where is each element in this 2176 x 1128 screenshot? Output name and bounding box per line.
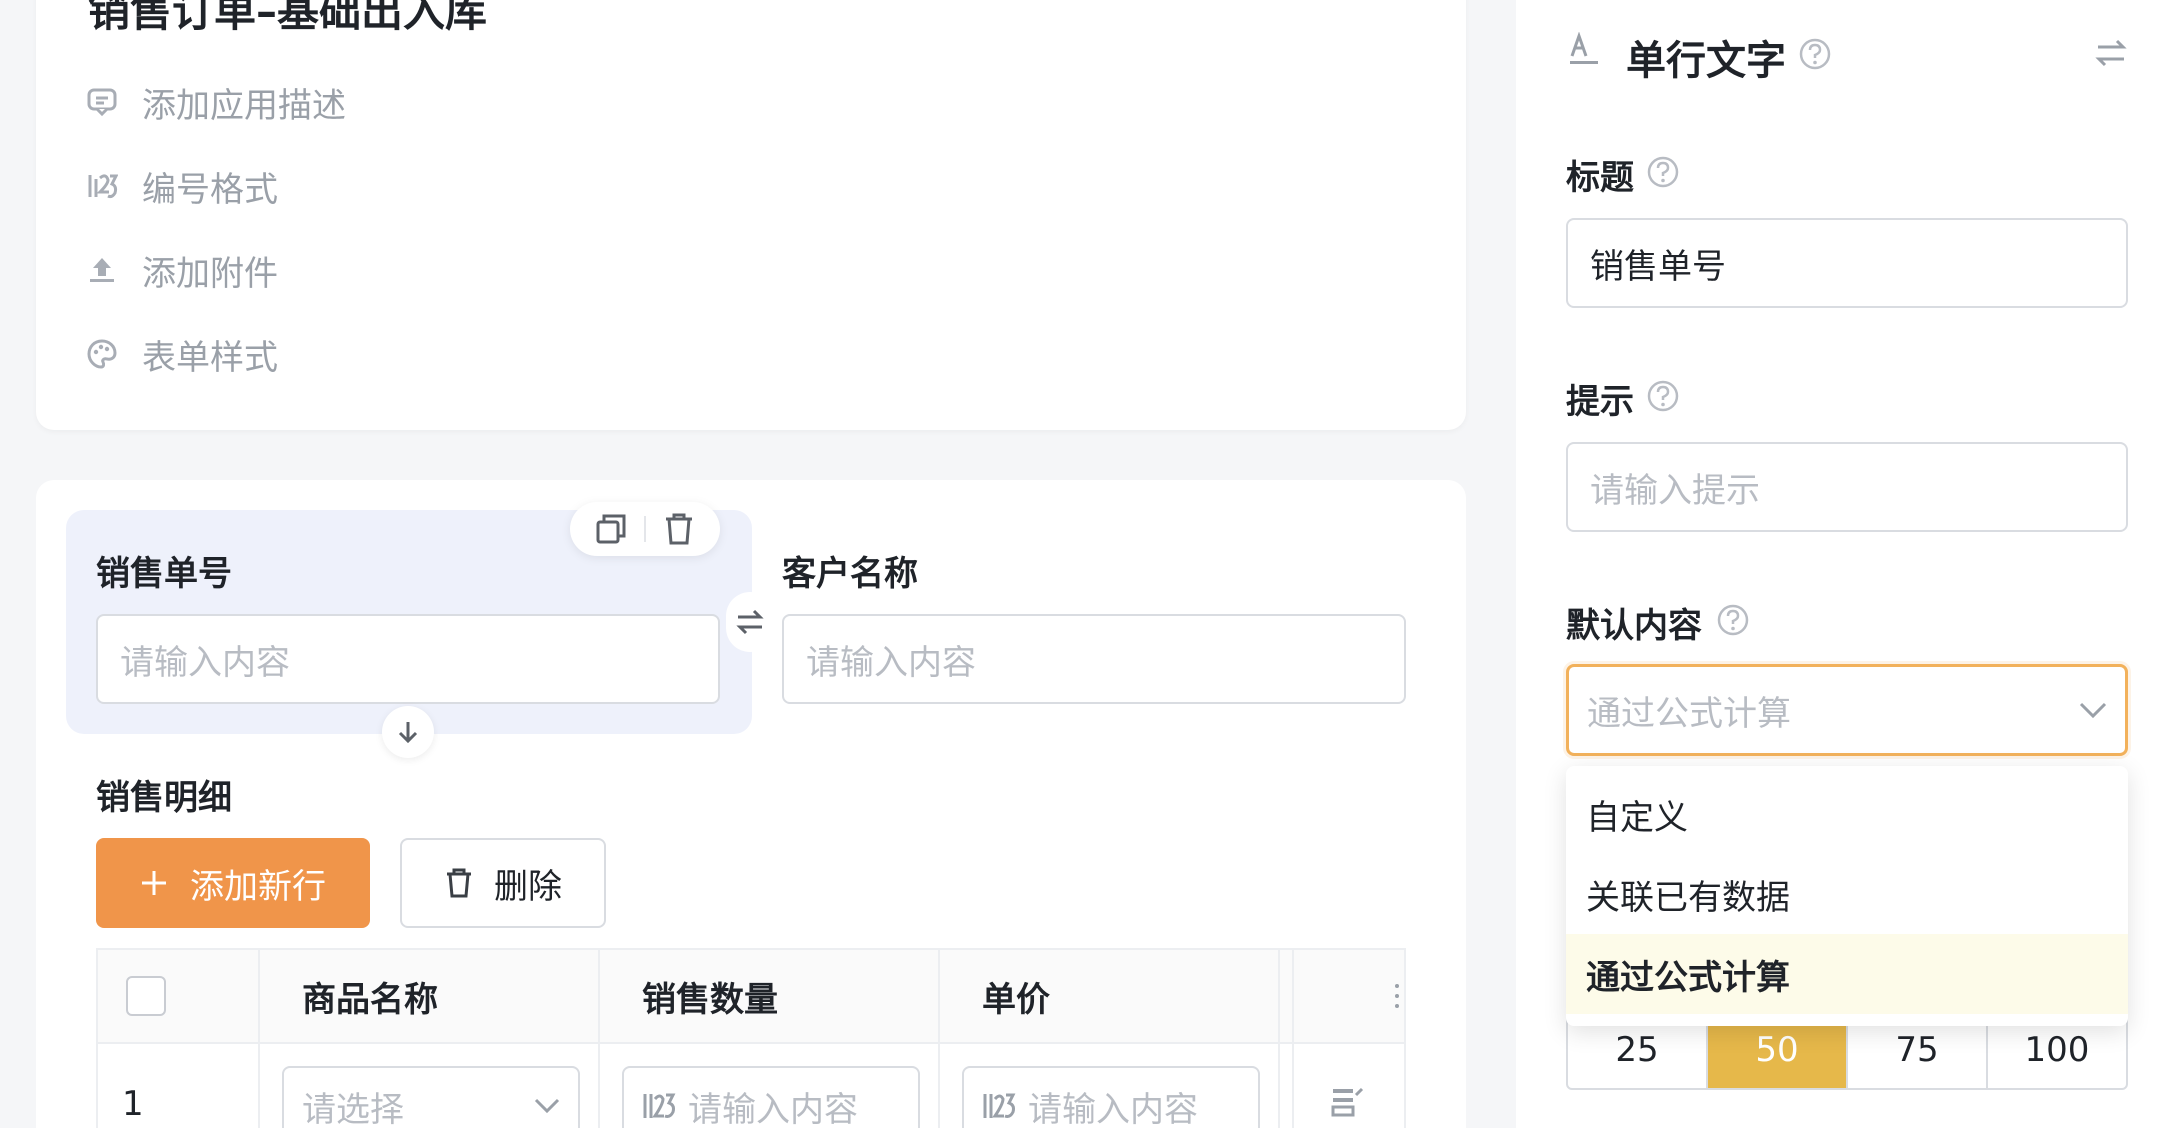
column-divider bbox=[598, 1044, 600, 1128]
meta-item-label: 编号格式 bbox=[142, 169, 278, 210]
add-attachment-link[interactable]: 添加附件 bbox=[84, 248, 278, 294]
column-divider bbox=[258, 950, 260, 1042]
price-placeholder: 请输入内容 bbox=[1028, 1089, 1198, 1128]
default-value-label: 默认内容 bbox=[1566, 606, 1702, 646]
field-label-sales-no: 销售单号 bbox=[96, 554, 232, 594]
meta-item-label: 添加应用描述 bbox=[142, 85, 346, 126]
trash-icon[interactable] bbox=[662, 512, 696, 546]
add-description-link[interactable]: 添加应用描述 bbox=[84, 80, 346, 126]
dropdown-option-custom[interactable]: 自定义 bbox=[1566, 774, 2128, 854]
customer-name-input[interactable]: 请输入内容 bbox=[782, 614, 1406, 704]
column-header-label: 销售数量 bbox=[642, 979, 778, 1020]
column-divider bbox=[598, 950, 600, 1042]
product-select[interactable]: 请选择 bbox=[282, 1066, 580, 1128]
column-divider bbox=[938, 1044, 940, 1128]
column-header-label: 商品名称 bbox=[302, 979, 438, 1020]
title-input[interactable]: 销售单号 bbox=[1566, 218, 2128, 308]
toolbar-divider bbox=[644, 516, 646, 542]
sales-no-input[interactable]: 请输入内容 bbox=[96, 614, 720, 704]
chevron-down-icon bbox=[534, 1098, 560, 1114]
hint-label: 提示 bbox=[1566, 382, 1634, 422]
dropdown-option-linked-data[interactable]: 关联已有数据 bbox=[1566, 854, 2128, 934]
app-title[interactable]: 销售订单–基础出入库 bbox=[88, 0, 487, 39]
column-divider bbox=[258, 1044, 260, 1128]
column-header-qty: 销售数量 bbox=[642, 950, 778, 1042]
upload-icon bbox=[84, 252, 120, 288]
column-resize-handle[interactable] bbox=[1394, 950, 1400, 1042]
column-divider bbox=[1278, 1044, 1280, 1128]
palette-icon bbox=[84, 336, 120, 372]
default-value-select[interactable]: 通过公式计算 bbox=[1566, 664, 2128, 756]
column-divider bbox=[1292, 950, 1294, 1042]
table-header: 商品名称 销售数量 单价 bbox=[96, 948, 1406, 1044]
plus-icon bbox=[140, 869, 168, 897]
column-header-price: 单价 bbox=[982, 950, 1050, 1042]
number-format-icon bbox=[84, 168, 120, 204]
title-label: 标题 bbox=[1566, 158, 1634, 198]
table-row: 1 请选择 请输入内容 请输入内容 bbox=[96, 1044, 1406, 1128]
add-row-button[interactable]: 添加新行 bbox=[96, 838, 370, 928]
add-row-label: 添加新行 bbox=[190, 866, 326, 907]
select-all-cell bbox=[126, 950, 166, 1042]
field-toolbar bbox=[570, 502, 720, 556]
default-value-selected: 通过公式计算 bbox=[1587, 693, 1791, 734]
dropdown-option-formula[interactable]: 通过公式计算 bbox=[1566, 934, 2128, 1014]
default-value-dropdown: 自定义 关联已有数据 通过公式计算 bbox=[1566, 766, 2128, 1026]
qty-placeholder: 请输入内容 bbox=[688, 1089, 858, 1128]
help-icon[interactable] bbox=[1798, 37, 1832, 71]
column-header-label: 单价 bbox=[982, 979, 1050, 1020]
price-input[interactable]: 请输入内容 bbox=[962, 1066, 1260, 1128]
subform-label: 销售明细 bbox=[96, 778, 232, 818]
field-label-customer: 客户名称 bbox=[782, 554, 918, 594]
row-index: 1 bbox=[122, 1084, 144, 1124]
copy-icon[interactable] bbox=[594, 512, 628, 546]
meta-item-label: 添加附件 bbox=[142, 253, 278, 294]
help-icon[interactable] bbox=[1646, 155, 1680, 189]
form-style-link[interactable]: 表单样式 bbox=[84, 332, 278, 378]
text-field-icon bbox=[1566, 32, 1602, 68]
meta-item-label: 表单样式 bbox=[142, 337, 278, 378]
field-type-title: 单行文字 bbox=[1626, 38, 1786, 84]
delete-rows-button[interactable]: 删除 bbox=[400, 838, 606, 928]
help-icon[interactable] bbox=[1716, 603, 1750, 637]
number-format-link[interactable]: 编号格式 bbox=[84, 164, 278, 210]
column-header-product: 商品名称 bbox=[302, 950, 438, 1042]
hint-input[interactable]: 请输入提示 bbox=[1566, 442, 2128, 532]
row-edit-icon[interactable] bbox=[1330, 1072, 1364, 1128]
column-divider bbox=[938, 950, 940, 1042]
number-format-icon bbox=[642, 1091, 676, 1121]
swap-icon[interactable] bbox=[726, 592, 774, 652]
product-select-placeholder: 请选择 bbox=[302, 1089, 404, 1128]
select-all-checkbox[interactable] bbox=[126, 976, 166, 1016]
column-divider bbox=[1278, 950, 1280, 1042]
column-divider bbox=[1292, 1044, 1294, 1128]
arrow-down-icon[interactable] bbox=[382, 706, 434, 758]
help-icon[interactable] bbox=[1646, 379, 1680, 413]
delete-label: 删除 bbox=[494, 866, 562, 907]
comment-icon bbox=[84, 84, 120, 120]
trash-icon bbox=[444, 868, 474, 898]
switch-field-type-icon[interactable] bbox=[2094, 36, 2128, 70]
chevron-down-icon bbox=[2079, 701, 2107, 719]
qty-input[interactable]: 请输入内容 bbox=[622, 1066, 920, 1128]
number-format-icon bbox=[982, 1091, 1016, 1121]
